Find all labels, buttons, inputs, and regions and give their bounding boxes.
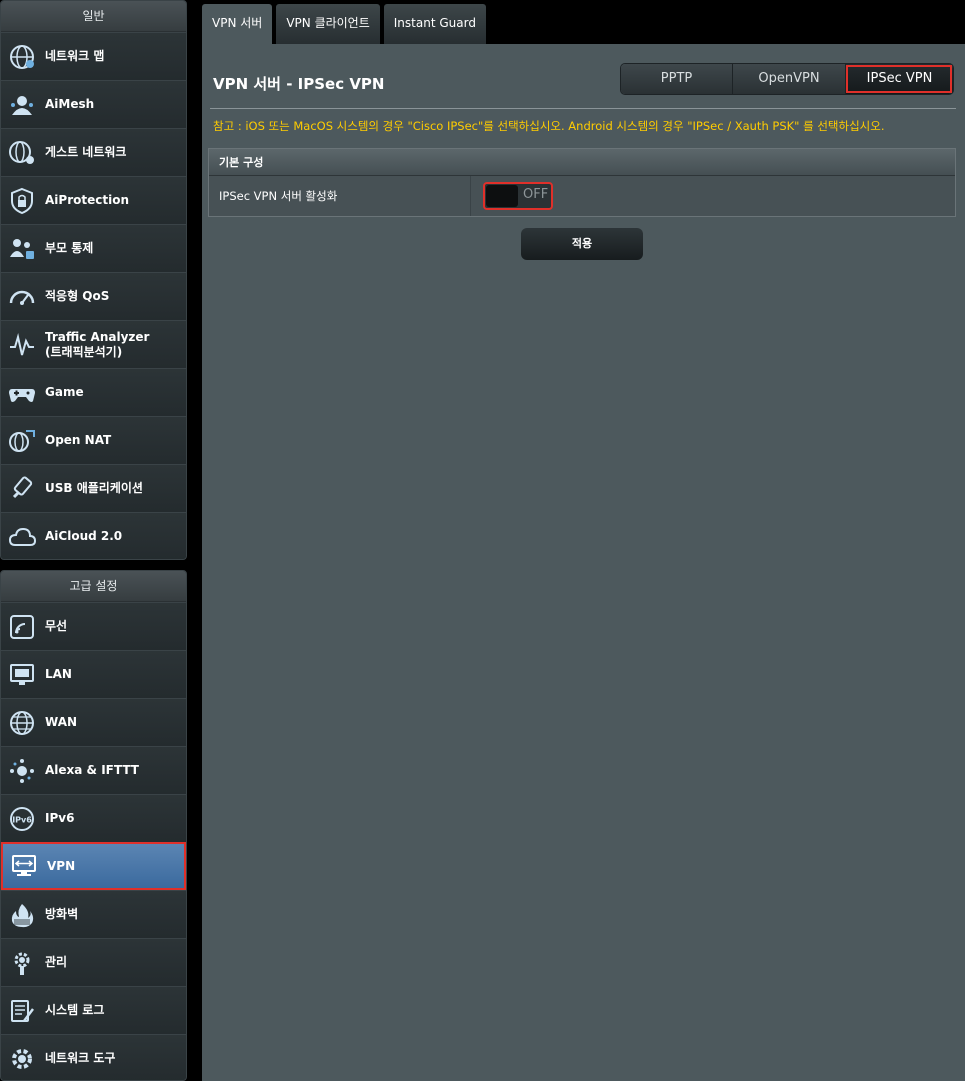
sidebar-item-label: WAN — [45, 715, 78, 729]
toggle-state-text: OFF — [523, 187, 549, 202]
firewall-icon — [7, 900, 37, 930]
sidebar-item-label: Game — [45, 385, 84, 399]
game-controller-icon — [7, 378, 37, 408]
system-log-icon — [7, 996, 37, 1026]
title-divider — [210, 108, 956, 109]
advanced-header: 고급 설정 — [1, 571, 186, 602]
qos-gauge-icon — [7, 282, 37, 312]
sidebar-item-label: 네트워크 도구 — [45, 1051, 116, 1065]
sidebar-item-qos[interactable]: 적응형 QoS — [1, 272, 186, 320]
globe-icon — [7, 708, 37, 738]
protocol-openvpn-button[interactable]: OpenVPN — [732, 64, 845, 94]
sidebar-item-alexa[interactable]: Alexa & IFTTT — [1, 746, 186, 794]
sidebar-item-guest-network[interactable]: 게스트 네트워크 — [1, 128, 186, 176]
sidebar-item-label: AiProtection — [45, 193, 129, 207]
ipv6-icon: IPv6 — [7, 804, 37, 834]
sidebar-item-label: AiCloud 2.0 — [45, 529, 123, 543]
sidebar-item-network-map[interactable]: 네트워크 맵 — [1, 32, 186, 80]
sidebar-item-aicloud[interactable]: AiCloud 2.0 — [1, 512, 186, 559]
ipsec-enable-toggle[interactable]: OFF — [483, 182, 553, 210]
sidebar-item-aiprotection[interactable]: AiProtection — [1, 176, 186, 224]
wireless-icon — [7, 612, 37, 642]
shield-lock-icon — [7, 186, 37, 216]
sidebar-item-label: 관리 — [45, 955, 68, 969]
network-map-icon — [7, 42, 37, 72]
sidebar-item-label: IPv6 — [45, 811, 75, 825]
sidebar-item-label: 적응형 QoS — [45, 289, 110, 303]
guest-network-icon — [7, 138, 37, 168]
sidebar-item-parental-control[interactable]: 부모 통제 — [1, 224, 186, 272]
sidebar-item-label: LAN — [45, 667, 72, 681]
main-panel: VPN 서버 - IPSec VPN PPTP OpenVPN IPSec VP… — [202, 44, 965, 1081]
sidebar-item-aimesh[interactable]: AiMesh — [1, 80, 186, 128]
menu-group-advanced: 고급 설정 무선 LAN WAN Alexa & IFTTT IPv6 IPv6… — [0, 570, 187, 1081]
sidebar-item-traffic-analyzer[interactable]: Traffic Analyzer (트래픽분석기) — [1, 320, 186, 368]
section-header: 기본 구성 — [209, 149, 955, 176]
sidebar-item-usb[interactable]: USB 애플리케이션 — [1, 464, 186, 512]
parental-control-icon — [7, 234, 37, 264]
vpn-monitor-icon — [9, 851, 39, 881]
sidebar-item-label: 무선 — [45, 619, 68, 633]
traffic-analyzer-label: Traffic Analyzer — [45, 329, 150, 344]
sidebar-item-label: 방화벽 — [45, 907, 79, 921]
sidebar-item-label: Open NAT — [45, 433, 112, 447]
menu-group-general: 일반 네트워크 맵 AiMesh 게스트 네트워크 AiProtection 부… — [0, 0, 187, 560]
general-header: 일반 — [1, 1, 186, 32]
tab-vpn-server[interactable]: VPN 서버 — [202, 4, 273, 44]
lan-icon — [7, 660, 37, 690]
sidebar-item-admin[interactable]: 관리 — [1, 938, 186, 986]
tab-instant-guard[interactable]: Instant Guard — [383, 4, 486, 44]
sidebar-item-wireless[interactable]: 무선 — [1, 602, 186, 650]
sidebar-item-label: 부모 통제 — [45, 241, 94, 255]
toggle-knob — [486, 185, 518, 207]
usb-icon — [7, 474, 37, 504]
sidebar-item-label: AiMesh — [45, 97, 95, 111]
basic-config-table: 기본 구성 IPSec VPN 서버 활성화 OFF — [208, 148, 956, 217]
vpn-tabs: VPN 서버 VPN 클라이언트 Instant Guard — [202, 4, 490, 44]
sidebar-item-lan[interactable]: LAN — [1, 650, 186, 698]
sidebar-item-firewall[interactable]: 방화벽 — [1, 890, 186, 938]
sidebar-item-label: VPN — [47, 858, 76, 873]
traffic-analyzer-sublabel: (트래픽분석기) — [45, 344, 123, 359]
protocol-selector: PPTP OpenVPN IPSec VPN — [620, 63, 954, 95]
cloud-icon — [7, 522, 37, 552]
open-nat-icon — [7, 426, 37, 456]
sidebar-item-label: USB 애플리케이션 — [45, 481, 143, 495]
sidebar-item-vpn[interactable]: VPN — [1, 842, 186, 890]
table-row: IPSec VPN 서버 활성화 OFF — [209, 176, 955, 216]
sidebar-item-game[interactable]: Game — [1, 368, 186, 416]
aimesh-icon — [7, 90, 37, 120]
network-tools-icon — [7, 1044, 37, 1074]
enable-ipsec-label: IPSec VPN 서버 활성화 — [209, 176, 471, 216]
sidebar-item-network-tools[interactable]: 네트워크 도구 — [1, 1034, 186, 1080]
sidebar-item-open-nat[interactable]: Open NAT — [1, 416, 186, 464]
sidebar-item-ipv6[interactable]: IPv6 IPv6 — [1, 794, 186, 842]
sidebar-item-label: 게스트 네트워크 — [45, 145, 127, 159]
enable-ipsec-cell: OFF — [471, 176, 955, 216]
apply-button[interactable]: 적용 — [521, 228, 643, 260]
protocol-pptp-button[interactable]: PPTP — [621, 64, 732, 94]
page-title: VPN 서버 - IPSec VPN — [213, 75, 385, 93]
sidebar-item-label: Alexa & IFTTT — [45, 763, 139, 777]
admin-gear-icon — [7, 948, 37, 978]
tab-vpn-client[interactable]: VPN 클라이언트 — [276, 4, 380, 44]
protocol-ipsec-button[interactable]: IPSec VPN — [845, 64, 953, 94]
sidebar-item-system-log[interactable]: 시스템 로그 — [1, 986, 186, 1034]
sidebar-item-label: Traffic Analyzer (트래픽분석기) — [45, 330, 149, 360]
sidebar-item-wan[interactable]: WAN — [1, 698, 186, 746]
svg-text:IPv6: IPv6 — [12, 815, 32, 824]
note-text: 참고 : iOS 또는 MacOS 시스템의 경우 "Cisco IPSec"를… — [213, 119, 885, 133]
alexa-icon — [7, 756, 37, 786]
traffic-analyzer-icon — [7, 330, 37, 360]
sidebar-item-label: 시스템 로그 — [45, 1003, 105, 1017]
sidebar-item-label: 네트워크 맵 — [45, 49, 105, 63]
